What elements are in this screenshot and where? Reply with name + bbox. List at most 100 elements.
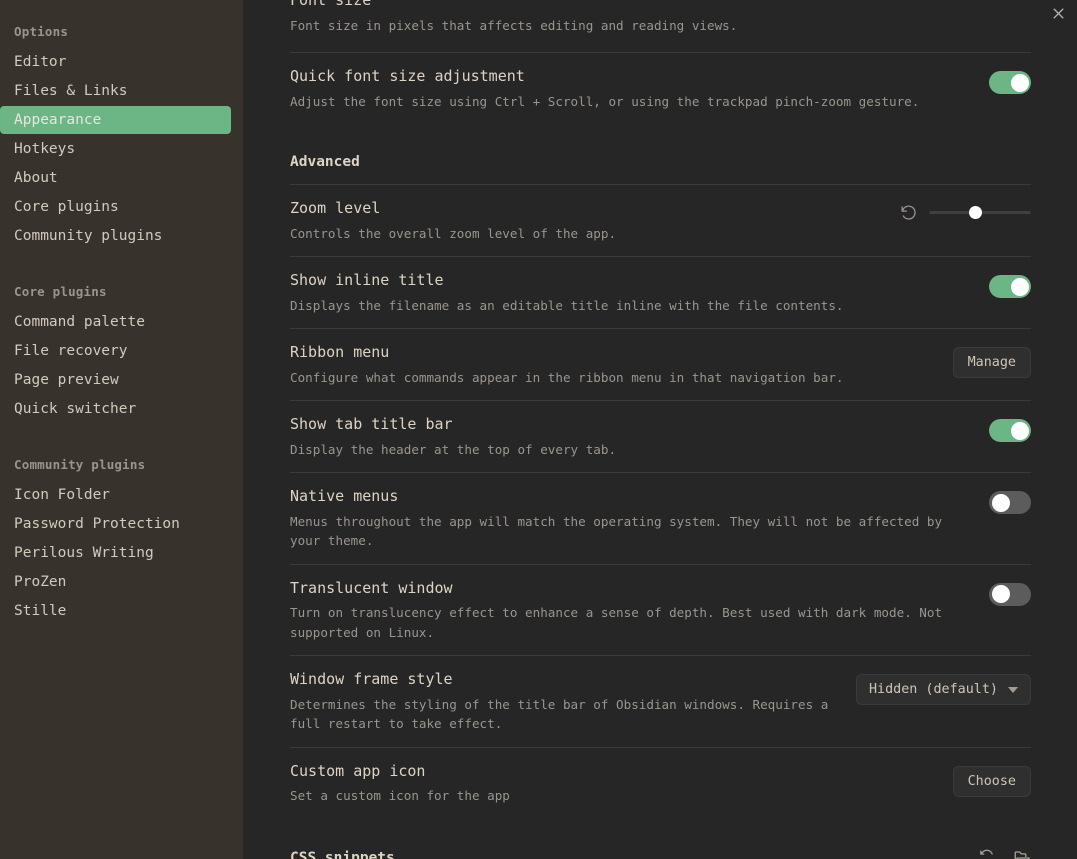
sidebar-group-community-plugins: Community plugins Icon Folder Password P… <box>0 451 243 625</box>
setting-control: Hidden (default) <box>856 670 1031 706</box>
choose-app-icon-button[interactable]: Choose <box>952 765 1031 797</box>
settings-sidebar: Options Editor Files & Links Appearance … <box>0 0 243 859</box>
sidebar-item-page-preview[interactable]: Page preview <box>0 366 231 394</box>
setting-info: Ribbon menu Configure what commands appe… <box>290 343 935 387</box>
setting-description: Font size in pixels that affects editing… <box>290 17 738 33</box>
sidebar-item-quick-switcher[interactable]: Quick switcher <box>0 395 231 423</box>
settings-content: Font size Font size in pixels that affec… <box>243 0 1077 859</box>
section-header-css-snippets: CSS snippets <box>290 819 1031 859</box>
window-frame-style-dropdown[interactable]: Hidden (default) <box>856 674 1031 706</box>
settings-window: Options Editor Files & Links Appearance … <box>0 0 1077 859</box>
sidebar-item-core-plugins[interactable]: Core plugins <box>0 193 231 221</box>
setting-control <box>929 0 1031 4</box>
zoom-level-slider[interactable] <box>929 203 1031 221</box>
show-tab-title-bar-toggle[interactable] <box>989 419 1031 443</box>
setting-title: Ribbon menu <box>290 343 390 362</box>
setting-info: Translucent window Turn on translucency … <box>290 579 955 643</box>
setting-info: Window frame style Determines the stylin… <box>290 670 838 734</box>
settings-main-panel: Font size Font size in pixels that affec… <box>243 0 1077 859</box>
setting-info: Quick font size adjustment Adjust the fo… <box>290 67 971 111</box>
setting-info: Show tab title bar Display the header at… <box>290 415 971 459</box>
section-header-advanced: Advanced <box>290 124 1031 184</box>
sidebar-item-about[interactable]: About <box>0 164 231 192</box>
manage-ribbon-button[interactable]: Manage <box>952 347 1031 379</box>
setting-control <box>989 67 1031 94</box>
toggle-knob <box>991 585 1010 604</box>
setting-title: Window frame style <box>290 670 453 689</box>
toggle-knob <box>1010 277 1029 296</box>
toggle-knob <box>1010 73 1029 92</box>
open-folder-icon[interactable] <box>1013 849 1031 859</box>
setting-description: Configure what commands appear in the ri… <box>290 369 844 385</box>
chevron-down-icon <box>1008 686 1018 693</box>
setting-control <box>989 415 1031 443</box>
setting-row-native-menus: Native menus Menus throughout the app wi… <box>290 472 1031 564</box>
setting-row-show-inline-title: Show inline title Displays the filename … <box>290 256 1031 328</box>
setting-row-translucent-window: Translucent window Turn on translucency … <box>290 563 1031 656</box>
setting-info: Show inline title Displays the filename … <box>290 271 971 315</box>
sidebar-item-stille[interactable]: Stille <box>0 597 231 625</box>
setting-title: Show tab title bar <box>290 415 453 434</box>
sidebar-item-command-palette[interactable]: Command palette <box>0 308 231 336</box>
setting-description: Determines the styling of the title bar … <box>290 696 829 732</box>
setting-description: Set a custom icon for the app <box>290 788 510 804</box>
slider-thumb[interactable] <box>969 205 982 219</box>
toggle-knob <box>1010 421 1029 440</box>
sidebar-item-community-plugins[interactable]: Community plugins <box>0 222 231 250</box>
dropdown-selected-value: Hidden (default) <box>869 682 998 698</box>
setting-description: Displays the filename as an editable tit… <box>290 297 844 313</box>
native-menus-toggle[interactable] <box>989 491 1031 515</box>
sidebar-item-icon-folder[interactable]: Icon Folder <box>0 481 231 509</box>
setting-control <box>989 487 1031 515</box>
setting-control <box>989 579 1031 606</box>
quick-font-size-toggle[interactable] <box>989 71 1031 94</box>
section-actions <box>978 849 1031 859</box>
sidebar-item-prozen[interactable]: ProZen <box>0 568 231 596</box>
setting-description: Controls the overall zoom level of the a… <box>290 225 617 241</box>
setting-info: Font size Font size in pixels that affec… <box>290 0 911 35</box>
sidebar-item-file-recovery[interactable]: File recovery <box>0 337 231 365</box>
show-inline-title-toggle[interactable] <box>989 275 1031 299</box>
sidebar-item-editor[interactable]: Editor <box>0 48 231 76</box>
setting-title: Native menus <box>290 487 399 506</box>
setting-info: Zoom level Controls the overall zoom lev… <box>290 199 882 243</box>
setting-control: Choose <box>952 762 1031 797</box>
toggle-knob <box>991 493 1010 512</box>
sidebar-item-files-and-links[interactable]: Files & Links <box>0 77 231 105</box>
setting-title: Custom app icon <box>290 761 426 780</box>
rotate-ccw-icon[interactable] <box>900 204 917 221</box>
setting-title: Translucent window <box>290 578 453 597</box>
refresh-icon[interactable] <box>978 849 995 859</box>
setting-row-quick-font-size-adjustment: Quick font size adjustment Adjust the fo… <box>290 52 1031 124</box>
setting-title: Zoom level <box>290 199 381 218</box>
setting-control <box>900 199 1031 221</box>
sidebar-item-appearance[interactable]: Appearance <box>0 106 231 134</box>
setting-title: Show inline title <box>290 271 444 290</box>
sidebar-item-hotkeys[interactable]: Hotkeys <box>0 135 231 163</box>
setting-info: Custom app icon Set a custom icon for th… <box>290 762 935 806</box>
sidebar-group-core-plugins: Core plugins Command palette File recove… <box>0 278 243 423</box>
setting-info: Native menus Menus throughout the app wi… <box>290 487 971 551</box>
section-title: CSS snippets <box>290 849 395 859</box>
setting-row-zoom-level: Zoom level Controls the overall zoom lev… <box>290 184 1031 256</box>
setting-row-show-tab-title-bar: Show tab title bar Display the header at… <box>290 400 1031 472</box>
sidebar-heading-core-plugins: Core plugins <box>14 284 107 299</box>
setting-control <box>989 271 1031 299</box>
setting-title: Font size <box>290 0 372 9</box>
setting-description: Adjust the font size using Ctrl + Scroll… <box>290 93 920 109</box>
setting-description: Display the header at the top of every t… <box>290 441 617 457</box>
sidebar-item-password-protection[interactable]: Password Protection <box>0 510 231 538</box>
setting-row-font-size: Font size Font size in pixels that affec… <box>290 0 1031 52</box>
setting-title: Quick font size adjustment <box>290 67 525 85</box>
setting-row-ribbon-menu: Ribbon menu Configure what commands appe… <box>290 328 1031 400</box>
close-icon[interactable] <box>1045 0 1071 26</box>
sidebar-group-options: Options Editor Files & Links Appearance … <box>0 18 243 250</box>
sidebar-item-perilous-writing[interactable]: Perilous Writing <box>0 539 231 567</box>
section-title: Advanced <box>290 154 360 171</box>
setting-control: Manage <box>952 343 1031 379</box>
setting-description: Menus throughout the app will match the … <box>290 513 943 549</box>
translucent-window-toggle[interactable] <box>989 582 1031 606</box>
font-size-slider[interactable] <box>929 0 1031 1</box>
